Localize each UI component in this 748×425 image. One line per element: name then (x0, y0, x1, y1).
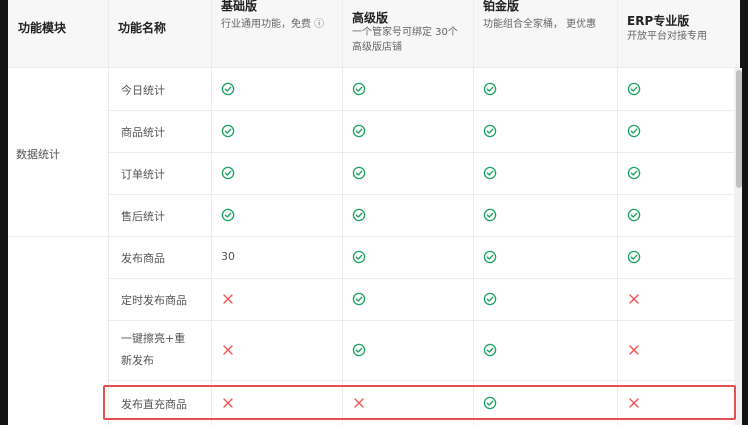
header-erp: ERP专业版 开放平台对接专用 (617, 0, 740, 68)
header-advanced-desc-line: 高级版店铺 (352, 42, 402, 53)
feature-name-line: 新发布 (121, 354, 154, 367)
feature-name: 发布商品 (121, 250, 165, 266)
feature-name-line: 订单统计 (121, 168, 165, 181)
feature-name: 售后统计 (121, 208, 165, 224)
feature-name: 定时发布商品 (121, 292, 187, 308)
header-advanced-desc: 一个管家号可绑定 30个 高级版店铺 (352, 25, 458, 55)
header-platinum-desc-line: 功能组合全家桶， 更优惠 (483, 19, 597, 30)
check-circle-icon (483, 343, 497, 357)
check-circle-icon (483, 124, 497, 138)
check-circle-icon (627, 208, 641, 222)
table-row (108, 194, 740, 236)
check-circle-icon (627, 82, 641, 96)
cross-icon (221, 292, 235, 306)
check-circle-icon (352, 82, 366, 96)
feature-name-line: 售后统计 (121, 210, 165, 223)
feature-name-line: 一键擦亮+重 (121, 332, 186, 345)
header-basic: 基础版 行业通用功能，免费 ⓘ (211, 0, 342, 68)
check-circle-icon (483, 82, 497, 96)
header-advanced: 高级版 一个管家号可绑定 30个 高级版店铺 (342, 0, 473, 68)
feature-name-line: 商品统计 (121, 126, 165, 139)
left-edge (0, 0, 8, 425)
check-circle-icon (627, 166, 641, 180)
scrollbar-thumb[interactable] (736, 70, 742, 188)
check-circle-icon (483, 292, 497, 306)
check-circle-icon (352, 208, 366, 222)
check-circle-icon (221, 208, 235, 222)
cross-icon (627, 343, 641, 357)
cell-value: 30 (221, 250, 235, 263)
feature-name-line: 定时发布商品 (121, 294, 187, 307)
check-circle-icon (221, 166, 235, 180)
check-circle-icon (352, 343, 366, 357)
table-row (108, 278, 740, 320)
header-platinum: 铂金版 功能组合全家桶， 更优惠 (473, 0, 617, 68)
feature-name: 商品统计 (121, 124, 165, 140)
check-circle-icon (483, 250, 497, 264)
feature-name-line: 今日统计 (121, 84, 165, 97)
header-basic-desc-line: 行业通用功能，免费 ⓘ (221, 19, 325, 30)
check-circle-icon (352, 250, 366, 264)
header-platinum-title: 铂金版 (483, 0, 520, 13)
check-circle-icon (483, 208, 497, 222)
header-erp-title: ERP专业版 (627, 14, 690, 28)
check-circle-icon (352, 292, 366, 306)
check-circle-icon (627, 124, 641, 138)
header-basic-title: 基础版 (221, 0, 258, 13)
header-platinum-desc: 功能组合全家桶， 更优惠 (483, 17, 596, 32)
check-circle-icon (221, 124, 235, 138)
header-name: 功能名称 (108, 0, 211, 68)
check-circle-icon (221, 82, 235, 96)
check-circle-icon (483, 166, 497, 180)
check-circle-icon (352, 166, 366, 180)
group-label: 数据统计 (16, 148, 60, 161)
check-circle-icon (352, 124, 366, 138)
header-erp-desc-line: 开放平台对接专用 (627, 31, 707, 42)
header-erp-desc: 开放平台对接专用 (627, 29, 707, 44)
table-row (108, 236, 740, 278)
comparison-table: 功能模块 功能名称 基础版 行业通用功能，免费 ⓘ 高级版 一个管家号可绑定 3… (0, 0, 748, 425)
feature-name: 一键擦亮+重 新发布 (121, 328, 185, 372)
header-module: 功能模块 (8, 0, 108, 68)
header-basic-desc: 行业通用功能，免费 ⓘ (221, 17, 324, 32)
feature-name: 今日统计 (121, 82, 165, 98)
header-advanced-title: 高级版 (352, 11, 389, 25)
table-row (108, 152, 740, 194)
table-row (108, 320, 740, 380)
highlight-box (103, 385, 736, 420)
table-row (108, 68, 740, 110)
cross-icon (221, 343, 235, 357)
header-advanced-desc-line: 一个管家号可绑定 30个 (352, 27, 458, 38)
header-name-label: 功能名称 (118, 21, 167, 35)
feature-name: 订单统计 (121, 166, 165, 182)
table-row (108, 110, 740, 152)
check-circle-icon (627, 250, 641, 264)
header-module-label: 功能模块 (18, 21, 67, 35)
cross-icon (627, 292, 641, 306)
feature-name-line: 发布商品 (121, 252, 165, 265)
